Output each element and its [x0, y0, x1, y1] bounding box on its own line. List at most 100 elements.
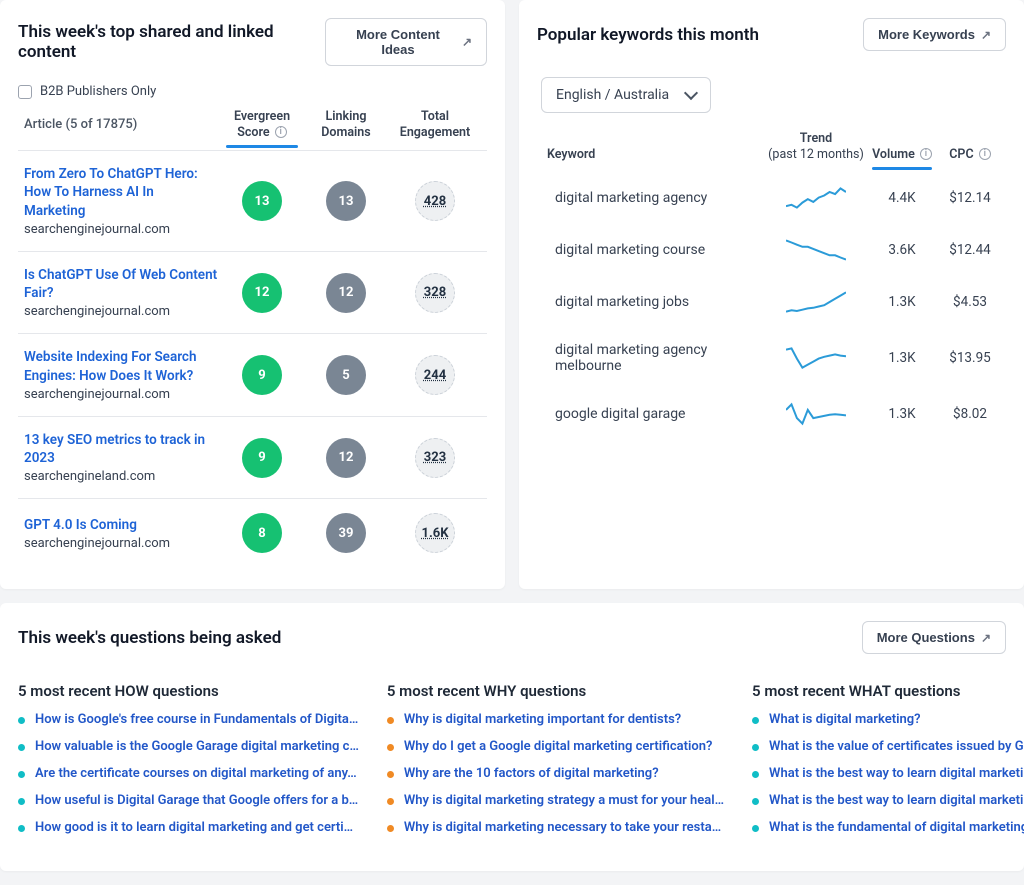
keyword-volume: 1.3K — [870, 406, 934, 422]
bullet-icon — [752, 798, 759, 805]
keyword-row: digital marketing agency melbourne 1.3K … — [537, 328, 1006, 388]
question-link[interactable]: How is Google's free course in Fundament… — [18, 712, 359, 729]
keyword-link[interactable]: digital marketing course — [555, 242, 762, 258]
article-title-link[interactable]: Website Indexing For Search Engines: How… — [24, 348, 218, 384]
more-questions-button[interactable]: More Questions ↗ — [862, 621, 1006, 654]
question-link[interactable]: What is the fundamental of digital marke… — [752, 820, 1024, 837]
keyword-volume: 3.6K — [870, 242, 934, 258]
keyword-header: Popular keywords this month More Keyword… — [537, 18, 1006, 51]
question-column-title: 5 most recent HOW questions — [18, 682, 359, 700]
cpc-col-head[interactable]: CPC i — [938, 147, 1002, 163]
top-content-title: This week's top shared and linked conten… — [18, 22, 325, 62]
question-column: 5 most recent WHY questions Why is digit… — [387, 682, 724, 846]
info-icon[interactable]: i — [920, 148, 932, 160]
bullet-icon — [387, 744, 394, 751]
keyword-cpc: $12.44 — [938, 242, 1002, 258]
language-select[interactable]: English / Australia — [541, 77, 711, 113]
bullet-icon — [387, 798, 394, 805]
question-text: Why is digital marketing necessary to ta… — [404, 820, 721, 837]
content-row: Is ChatGPT Use Of Web Content Fair? sear… — [18, 251, 487, 333]
keyword-row: digital marketing jobs 1.3K $4.53 — [537, 276, 1006, 328]
linking-badge: 12 — [306, 438, 386, 478]
bullet-icon — [18, 744, 25, 751]
content-row: 13 key SEO metrics to track in 2023 sear… — [18, 416, 487, 498]
evergreen-badge: 9 — [222, 355, 302, 395]
question-link[interactable]: What is the value of certificates issued… — [752, 739, 1024, 756]
arrow-icon: ↗ — [462, 35, 472, 49]
trend-sparkline — [766, 238, 866, 262]
evergreen-col-head[interactable]: Evergreen Score i — [222, 109, 302, 140]
more-keywords-button[interactable]: More Keywords ↗ — [863, 18, 1006, 51]
article-title-link[interactable]: Is ChatGPT Use Of Web Content Fair? — [24, 266, 218, 302]
keyword-volume: 1.3K — [870, 294, 934, 310]
linking-badge: 5 — [306, 355, 386, 395]
keyword-link[interactable]: digital marketing agency — [555, 190, 762, 206]
question-text: What is the best way to learn digital ma… — [769, 793, 1024, 810]
trend-sparkline — [766, 402, 866, 426]
engagement-badge: 323 — [390, 438, 480, 478]
article-domain: searchenginejournal.com — [24, 536, 218, 551]
content-row: Website Indexing For Search Engines: How… — [18, 333, 487, 415]
bullet-icon — [18, 798, 25, 805]
article-cell: From Zero To ChatGPT Hero: How To Harnes… — [18, 165, 218, 237]
bullet-icon — [387, 771, 394, 778]
keyword-cpc: $8.02 — [938, 406, 1002, 422]
b2b-checkbox[interactable] — [18, 85, 32, 99]
info-icon[interactable]: i — [979, 148, 991, 160]
question-link[interactable]: Why do I get a Google digital marketing … — [387, 739, 724, 756]
keyword-volume: 1.3K — [870, 350, 934, 366]
question-link[interactable]: Why is digital marketing strategy a must… — [387, 793, 724, 810]
question-link[interactable]: How good is it to learn digital marketin… — [18, 820, 359, 837]
info-icon[interactable]: i — [275, 126, 287, 138]
article-cell: GPT 4.0 Is Coming searchenginejournal.co… — [18, 516, 218, 551]
keyword-link[interactable]: digital marketing agency melbourne — [555, 342, 762, 374]
questions-header: This week's questions being asked More Q… — [18, 621, 1006, 654]
article-cell: 13 key SEO metrics to track in 2023 sear… — [18, 431, 218, 484]
article-title-link[interactable]: 13 key SEO metrics to track in 2023 — [24, 431, 218, 467]
question-link[interactable]: How useful is Digital Garage that Google… — [18, 793, 359, 810]
engagement-col-head[interactable]: Total Engagement — [390, 109, 480, 140]
question-text: How valuable is the Google Garage digita… — [35, 739, 359, 756]
question-link[interactable]: Why is digital marketing important for d… — [387, 712, 724, 729]
bullet-icon — [18, 825, 25, 832]
question-text: How good is it to learn digital marketin… — [35, 820, 353, 837]
keyword-cpc: $4.53 — [938, 294, 1002, 310]
question-link[interactable]: What is the best way to learn digital ma… — [752, 793, 1024, 810]
keyword-link[interactable]: google digital garage — [555, 406, 762, 422]
article-title-link[interactable]: GPT 4.0 Is Coming — [24, 516, 218, 534]
more-questions-label: More Questions — [877, 630, 975, 645]
question-link[interactable]: Are the certificate courses on digital m… — [18, 766, 359, 783]
linking-badge: 39 — [306, 513, 386, 553]
engagement-badge: 1.6K — [390, 513, 480, 553]
question-column: 5 most recent HOW questions How is Googl… — [18, 682, 359, 846]
more-content-button[interactable]: More Content Ideas ↗ — [325, 18, 487, 66]
article-domain: searchengineland.com — [24, 469, 218, 484]
keyword-row: digital marketing course 3.6K $12.44 — [537, 224, 1006, 276]
content-row: GPT 4.0 Is Coming searchenginejournal.co… — [18, 498, 487, 567]
article-domain: searchenginejournal.com — [24, 387, 218, 402]
question-link[interactable]: Why are the 10 factors of digital market… — [387, 766, 724, 783]
bullet-icon — [387, 825, 394, 832]
article-title-link[interactable]: From Zero To ChatGPT Hero: How To Harnes… — [24, 165, 218, 220]
top-content-header: This week's top shared and linked conten… — [18, 18, 487, 66]
bullet-icon — [387, 717, 394, 724]
keyword-panel: Popular keywords this month More Keyword… — [519, 0, 1024, 589]
question-link[interactable]: How valuable is the Google Garage digita… — [18, 739, 359, 756]
keyword-col-head[interactable]: Keyword — [547, 147, 762, 162]
more-keywords-label: More Keywords — [878, 27, 975, 42]
keyword-link[interactable]: digital marketing jobs — [555, 294, 762, 310]
question-link[interactable]: What is digital marketing? — [752, 712, 1024, 729]
bullet-icon — [18, 717, 25, 724]
question-link[interactable]: Why is digital marketing necessary to ta… — [387, 820, 724, 837]
question-text: How useful is Digital Garage that Google… — [35, 793, 358, 810]
keyword-row: google digital garage 1.3K $8.02 — [537, 388, 1006, 440]
question-link[interactable]: What is the best way to learn digital ma… — [752, 766, 1024, 783]
volume-col-head[interactable]: Volume i — [870, 147, 934, 163]
evergreen-badge: 8 — [222, 513, 302, 553]
question-text: What is the fundamental of digital marke… — [769, 820, 1024, 837]
trend-col-head[interactable]: Trend (past 12 months) — [766, 131, 866, 162]
keyword-cpc: $12.14 — [938, 190, 1002, 206]
question-text: Are the certificate courses on digital m… — [35, 766, 357, 783]
linking-col-head[interactable]: Linking Domains — [306, 109, 386, 140]
engagement-badge: 244 — [390, 355, 480, 395]
